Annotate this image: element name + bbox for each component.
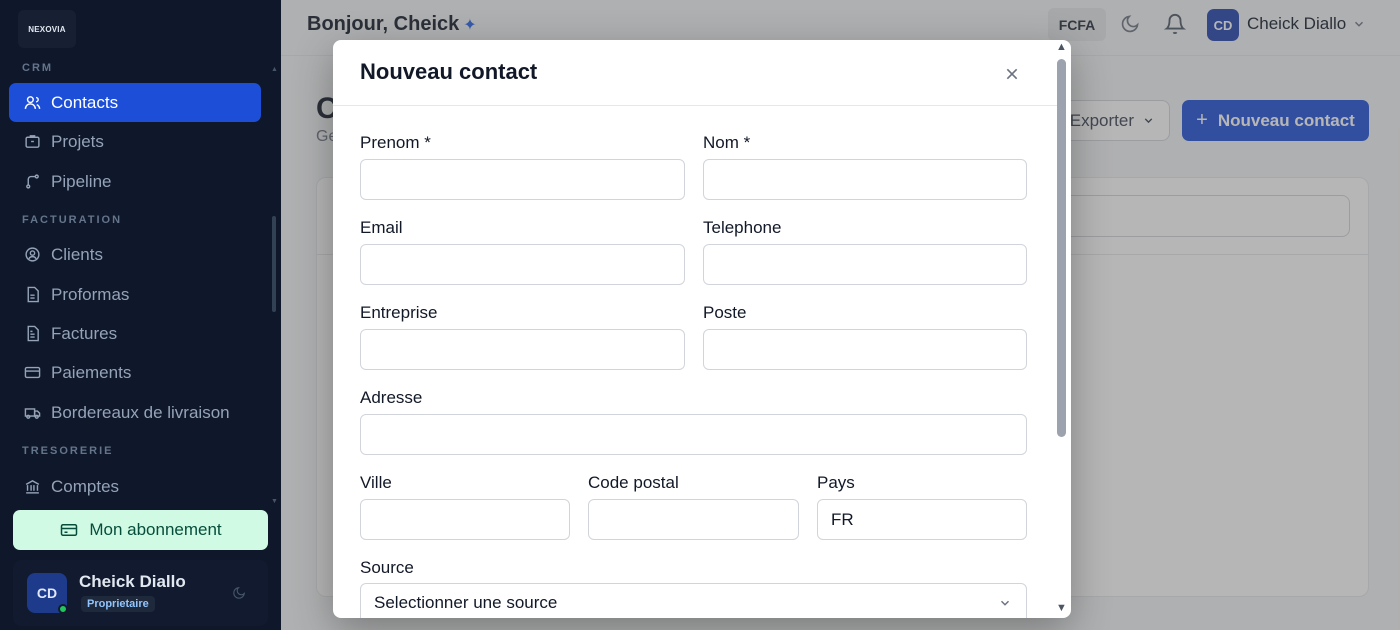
online-status-dot (58, 604, 68, 614)
source-label: Source (360, 558, 414, 577)
sidebar-item-label: Clients (51, 244, 103, 264)
delivery-icon (23, 404, 41, 422)
sidebar-item-pipeline[interactable]: Pipeline (9, 162, 261, 201)
subscription-button[interactable]: Mon abonnement (13, 510, 268, 550)
source-select[interactable]: Selectionner une source (360, 583, 1027, 618)
credit-card-icon (59, 521, 79, 539)
clients-icon (23, 246, 41, 264)
sidebar-item-label: Proformas (51, 284, 130, 304)
poste-field[interactable] (703, 329, 1027, 370)
code-postal-field[interactable] (588, 499, 799, 540)
telephone-field[interactable] (703, 244, 1027, 285)
code-postal-label: Code postal (588, 473, 679, 492)
ville-field[interactable] (360, 499, 570, 540)
email-field[interactable] (360, 244, 685, 285)
source-selected-value: Selectionner une source (374, 593, 558, 612)
pipeline-icon (23, 173, 41, 191)
sidebar-item-contacts[interactable]: Contacts (9, 83, 261, 122)
sidebar-item-paiements[interactable]: Paiements (9, 353, 261, 392)
modal-header: Nouveau contact (333, 40, 1058, 106)
chevron-down-icon (998, 596, 1012, 610)
close-icon[interactable] (1000, 62, 1024, 86)
sidebar-scrollbar[interactable] (272, 216, 276, 312)
ville-label: Ville (360, 473, 392, 492)
invoices-icon (23, 325, 41, 343)
app-logo[interactable]: NEXOVIA (18, 10, 76, 48)
sidebar-item-label: Bordereaux de livraison (51, 402, 230, 422)
sidebar-item-label: Contacts (51, 92, 119, 112)
user-card[interactable]: CD Cheick Diallo Proprietaire (13, 560, 268, 626)
subscription-label: Mon abonnement (89, 520, 222, 539)
section-label-facturation: FACTURATION (22, 214, 123, 226)
sidebar-item-proformas[interactable]: Proformas (9, 275, 261, 314)
pays-field[interactable] (817, 499, 1027, 540)
proformas-icon (23, 286, 41, 304)
pays-label: Pays (817, 473, 855, 492)
modal-title: Nouveau contact (360, 59, 538, 84)
modal-scroll-up-icon[interactable]: ▲ (1056, 41, 1067, 53)
modal-scrollbar[interactable] (1057, 59, 1066, 437)
sidebar-item-label: Comptes (51, 476, 120, 496)
user-role-badge: Proprietaire (81, 596, 155, 612)
contacts-icon (23, 94, 41, 112)
nom-field[interactable] (703, 159, 1027, 200)
new-contact-modal: Nouveau contact Prenom * Nom * Email Tel… (333, 40, 1071, 618)
sidebar: NEXOVIA CRM Contacts Projets Pipeline FA… (0, 0, 281, 630)
sidebar-scroll-down-icon[interactable]: ▼ (271, 498, 278, 505)
projects-icon (23, 133, 41, 151)
telephone-label: Telephone (703, 218, 782, 237)
prenom-label: Prenom * (360, 133, 431, 152)
payments-icon (23, 364, 41, 382)
prenom-field[interactable] (360, 159, 685, 200)
sidebar-item-projets[interactable]: Projets (9, 122, 261, 161)
sidebar-item-label: Paiements (51, 362, 132, 382)
sidebar-item-clients[interactable]: Clients (9, 235, 261, 274)
sidebar-item-label: Pipeline (51, 171, 112, 191)
sidebar-item-label: Factures (51, 323, 118, 343)
email-label: Email (360, 218, 403, 237)
sidebar-item-comptes[interactable]: Comptes (9, 467, 261, 506)
nom-label: Nom * (703, 133, 751, 152)
section-label-crm: CRM (22, 62, 54, 74)
modal-scroll-down-icon[interactable]: ▼ (1056, 602, 1067, 614)
poste-label: Poste (703, 303, 747, 322)
sidebar-scroll-up-icon[interactable]: ▲ (271, 66, 278, 73)
sidebar-item-factures[interactable]: Factures (9, 314, 261, 353)
theme-toggle-icon[interactable] (232, 586, 246, 605)
bank-icon (23, 478, 41, 496)
adresse-field[interactable] (360, 414, 1027, 455)
entreprise-field[interactable] (360, 329, 685, 370)
user-name: Cheick Diallo (79, 572, 186, 591)
sidebar-item-label: Projets (51, 131, 104, 151)
entreprise-label: Entreprise (360, 303, 438, 322)
sidebar-item-bordereaux[interactable]: Bordereaux de livraison (9, 393, 261, 432)
section-label-tresorerie: TRESORERIE (22, 445, 114, 457)
adresse-label: Adresse (360, 388, 423, 407)
